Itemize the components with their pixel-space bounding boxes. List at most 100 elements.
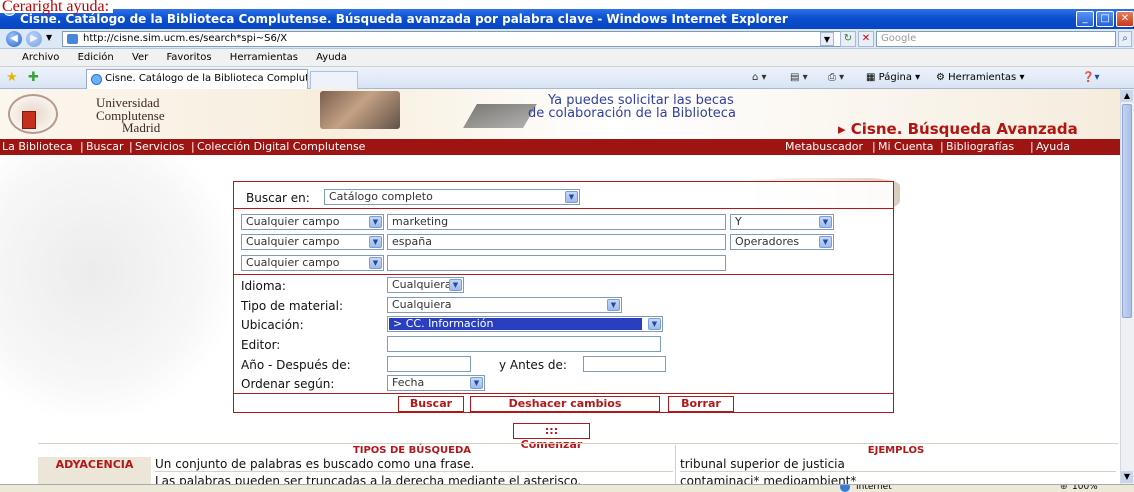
search-input[interactable]: Google (876, 31, 1116, 47)
anio-despues-input[interactable] (387, 356, 471, 372)
new-tab-button[interactable] (310, 71, 358, 89)
nav-mi-cuenta[interactable]: Mi Cuenta (878, 139, 934, 155)
menu-archivo[interactable]: Archivo (22, 49, 59, 67)
chevron-down-icon: ▼ (565, 191, 578, 203)
menu-edicion[interactable]: Edición (78, 49, 114, 67)
menu-ver[interactable]: Ver (132, 49, 148, 67)
row2-example: contaminaci* medioambient* (680, 474, 857, 484)
menu-favoritos[interactable]: Favoritos (166, 49, 211, 67)
nav-servicios[interactable]: Servicios (135, 139, 184, 155)
form-divider (234, 274, 893, 275)
operator-select-1[interactable]: Y ▼ (730, 214, 834, 230)
scroll-down-arrow-icon[interactable]: ▼ (1121, 471, 1133, 483)
buscar-button[interactable]: Buscar (398, 396, 464, 412)
chevron-down-icon: ▼ (819, 216, 832, 228)
nav-metabuscador[interactable]: Metabuscador (785, 139, 863, 155)
deshacer-cambios-button[interactable]: Deshacer cambios (470, 396, 660, 412)
row2-description: Las palabras pueden ser truncadas a la d… (155, 474, 582, 484)
address-dropdown-icon[interactable]: ▼ (820, 32, 834, 46)
field-select-1-value: Cualquier campo (246, 215, 340, 228)
term-input-2[interactable]: españa (387, 234, 726, 250)
herramientas-label: Herramientas (948, 72, 1017, 83)
comenzar-button[interactable]: ::: Comenzar (513, 423, 590, 451)
pagina-menu[interactable]: ▦ Página ▾ (866, 69, 920, 87)
table-top-border (38, 443, 1118, 444)
scroll-up-arrow-icon[interactable]: ▲ (1121, 90, 1133, 102)
menu-herramientas[interactable]: Herramientas (230, 49, 298, 67)
history-dropdown-icon[interactable]: ▼ (46, 33, 52, 42)
tab-cisne-label: Cisne. Catálogo de la Biblioteca Complut… (105, 73, 307, 84)
tipo-material-value: Cualquiera (392, 298, 452, 311)
chevron-down-icon: ▼ (369, 216, 382, 228)
term-input-3[interactable] (387, 255, 726, 271)
field-select-1[interactable]: Cualquier campo ▼ (241, 214, 384, 230)
ordenar-value: Fecha (392, 376, 425, 389)
field-select-3-value: Cualquier campo (246, 256, 340, 269)
buscar-en-value: Catálogo completo (329, 190, 433, 203)
nav-coleccion-digital[interactable]: Colección Digital Complutense (197, 139, 365, 155)
scrollbar-thumb[interactable] (1122, 104, 1132, 318)
cisne-title: ▸ Cisne. Búsqueda Avanzada (838, 120, 1078, 138)
field-select-2[interactable]: Cualquier campo ▼ (241, 234, 384, 250)
form-divider (234, 208, 893, 209)
chevron-down-icon: ▼ (449, 279, 462, 291)
menu-bar: Archivo Edición Ver Favoritos Herramient… (0, 49, 1134, 67)
promo-line2[interactable]: de colaboración de la Biblioteca (528, 107, 736, 120)
operator-select-1-value: Y (735, 215, 742, 228)
herramientas-menu[interactable]: ⚙ Herramientas ▾ (936, 69, 1024, 87)
minimize-button[interactable]: _ (1076, 11, 1094, 27)
buscar-en-label: Buscar en: (246, 191, 310, 205)
status-zoom[interactable]: 100% (1072, 485, 1098, 492)
globe-icon (840, 485, 850, 492)
cisne-title-text: Cisne. Búsqueda Avanzada (850, 120, 1078, 138)
row-label-adyacencia: ADYACENCIA (38, 457, 151, 484)
stop-icon[interactable]: ✕ (858, 31, 874, 47)
nav-bibliografias[interactable]: Bibliografías (946, 139, 1014, 155)
gear-icon: ⚙ (936, 72, 949, 83)
operator-select-2[interactable]: Operadores ▼ (730, 234, 834, 250)
ie-page-icon (91, 74, 102, 85)
maximize-button[interactable]: □ (1096, 11, 1114, 27)
nav-buscar[interactable]: Buscar (86, 139, 124, 155)
close-button[interactable]: ✕ (1116, 11, 1134, 27)
print-icon[interactable]: ⎙ ▾ (828, 69, 844, 87)
row1-description: Un conjunto de palabras es buscado como … (155, 457, 673, 472)
menu-ayuda[interactable]: Ayuda (316, 49, 347, 67)
zoom-icon[interactable]: ⊕ (1060, 485, 1068, 492)
chevron-down-icon: ▼ (470, 377, 483, 389)
background-dove-image (0, 155, 230, 415)
table-column-divider (675, 445, 676, 484)
address-input[interactable]: http://cisne.sim.ucm.es/search*spi~S6/X (62, 31, 842, 47)
borrar-button[interactable]: Borrar (668, 396, 734, 412)
tab-cisne[interactable]: Cisne. Catálogo de la Biblioteca Complut… (86, 69, 308, 89)
field-select-3[interactable]: Cualquier campo ▼ (241, 255, 384, 271)
editor-input[interactable] (387, 336, 661, 352)
idioma-select[interactable]: Cualquiera ▼ (387, 277, 464, 293)
refresh-icon[interactable]: ↻ (840, 31, 856, 47)
search-icon[interactable]: ⌕ (1118, 31, 1132, 47)
back-arrow-icon[interactable]: ◀ (6, 31, 22, 47)
editor-label: Editor: (241, 338, 281, 352)
help-icon[interactable]: ❓▾ (1082, 69, 1099, 87)
anio-antes-input[interactable] (583, 356, 666, 372)
home-icon[interactable]: ⌂ ▾ (752, 69, 767, 87)
tipo-material-label: Tipo de material: (241, 299, 344, 313)
chevron-down-icon: ▼ (369, 257, 382, 269)
favorites-star-icon[interactable]: ★ (6, 70, 18, 85)
page-icon (67, 34, 78, 44)
nav-ayuda[interactable]: Ayuda (1036, 139, 1070, 155)
form-divider (234, 393, 893, 394)
nav-la-biblioteca[interactable]: La Biblioteca (2, 139, 73, 155)
add-favorites-icon[interactable]: ✚ (28, 70, 39, 85)
buscar-en-select[interactable]: Catálogo completo ▼ (324, 189, 580, 205)
banner-photo (320, 91, 400, 129)
idioma-label: Idioma: (241, 279, 286, 293)
term-input-1[interactable]: marketing (387, 214, 726, 230)
ubicacion-select[interactable]: > CC. Información ▼ (387, 316, 663, 332)
tipo-material-select[interactable]: Cualquiera ▼ (387, 297, 622, 313)
ordenar-select[interactable]: Fecha ▼ (387, 375, 485, 391)
status-zone: Internet (856, 484, 892, 492)
anio-antes-label: y Antes de: (499, 358, 567, 372)
forward-arrow-icon[interactable]: ▶ (26, 31, 42, 47)
feeds-icon[interactable]: ▤ ▾ (790, 69, 808, 87)
